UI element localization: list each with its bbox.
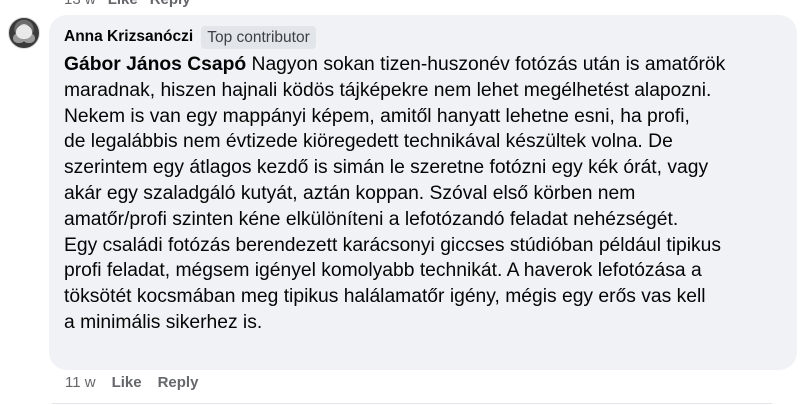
reply-button[interactable]: Reply [158, 374, 199, 391]
avatar[interactable] [8, 17, 40, 49]
comment-body: Nagyon sokan tizen-huszonév fotózás után… [64, 54, 726, 333]
previous-reply-button[interactable]: Reply [150, 0, 191, 8]
mention-link[interactable]: Gábor János Csapó [64, 54, 246, 75]
comment-author[interactable]: Anna Krizsanóczi [64, 28, 193, 46]
top-contributor-badge: Top contributor [201, 25, 316, 49]
divider [52, 403, 772, 404]
comment-header: Anna Krizsanóczi Top contributor [64, 25, 781, 49]
dog-avatar-icon [16, 25, 32, 39]
comment-actions: 11 w Like Reply [65, 374, 198, 391]
like-button[interactable]: Like [112, 374, 142, 391]
comment-time[interactable]: 11 w [65, 374, 96, 391]
previous-comment-time[interactable]: 13 w [64, 0, 96, 8]
previous-like-button[interactable]: Like [108, 0, 138, 8]
comment-bubble: Anna Krizsanóczi Top contributor Gábor J… [49, 15, 797, 370]
comment-text: Gábor János Csapó Nagyon sokan tizen-hus… [64, 52, 781, 336]
previous-comment-actions: 13 w Like Reply [64, 0, 191, 8]
